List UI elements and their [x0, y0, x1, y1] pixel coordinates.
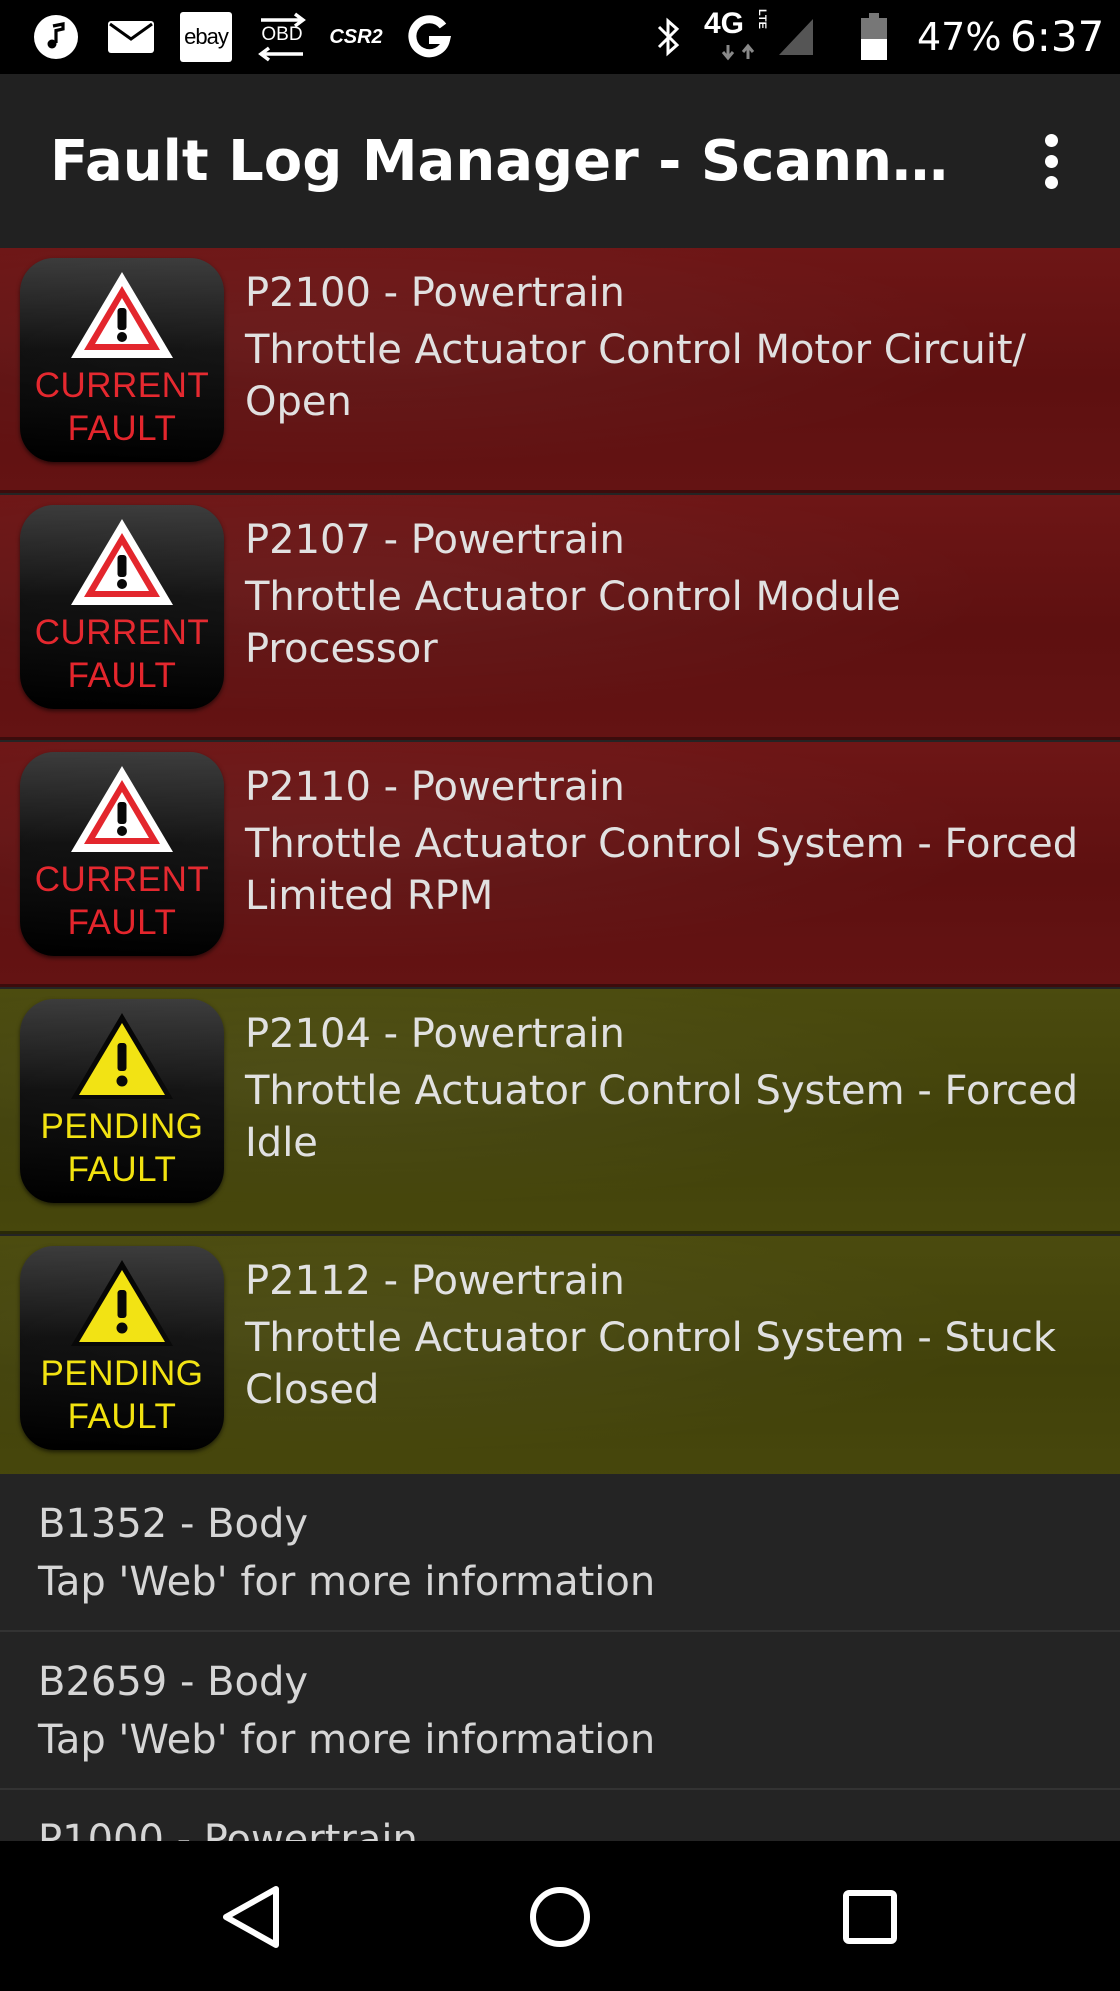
signal-strength-icon [776, 11, 816, 63]
fault-description: Throttle Actuator Control System - Force… [245, 821, 1079, 919]
page-title: Fault Log Manager - Scanning(… [50, 129, 950, 194]
badge-status-text: PENDING [40, 1354, 204, 1393]
battery-icon [858, 11, 890, 63]
status-bar: ebay OBD CSR2 4G LTE 47% 6:37 [0, 0, 1120, 74]
badge-status-text: PENDING [40, 1107, 204, 1146]
google-icon [404, 11, 454, 63]
fault-code: P2100 - Powertrain [245, 270, 625, 316]
fault-code: P2107 - Powertrain [245, 517, 625, 563]
fault-code: B2659 - Body [38, 1659, 309, 1705]
warning-triangle-icon [71, 272, 173, 358]
fault-code: P2112 - Powertrain [245, 1258, 625, 1304]
fault-list[interactable]: CURRENT FAULT P2100 - Powertrain Throttl… [0, 248, 1120, 1841]
fault-description: Tap 'Web' for more information [38, 1559, 656, 1605]
network-sub: LTE [756, 9, 768, 29]
ebay-app-icon: ebay [180, 11, 232, 63]
obd-app-icon: OBD [254, 11, 310, 63]
ebay-label: ebay [180, 12, 232, 62]
screen: ebay OBD CSR2 4G LTE 47% 6:37 Fault Log … [0, 0, 1120, 1991]
warning-triangle-icon [71, 766, 173, 852]
list-item[interactable]: B2659 - Body Tap 'Web' for more informat… [0, 1632, 1120, 1790]
warning-triangle-icon [71, 519, 173, 605]
network-4g-icon: 4G LTE [702, 7, 782, 63]
badge-fault-text: FAULT [67, 409, 177, 448]
music-note-icon [30, 11, 82, 63]
fault-row[interactable]: CURRENT FAULT P2107 - Powertrain Throttl… [0, 495, 1120, 740]
current-fault-badge: CURRENT FAULT [20, 505, 224, 709]
mail-icon [106, 11, 156, 63]
badge-fault-text: FAULT [67, 1397, 177, 1436]
badge-status-text: CURRENT [34, 613, 210, 652]
fault-description: Throttle Actuator Control System - Force… [245, 1068, 1079, 1166]
fault-code: B1352 - Body [38, 1501, 309, 1547]
navigation-bar [0, 1841, 1120, 1991]
fault-description: Throttle Actuator Control System - Stuck… [245, 1315, 1057, 1413]
badge-fault-text: FAULT [67, 903, 177, 942]
badge-fault-text: FAULT [67, 656, 177, 695]
pending-fault-badge: PENDING FAULT [20, 999, 224, 1203]
clock: 6:37 [1010, 12, 1105, 61]
fault-description: Throttle Actuator Control Module Process… [245, 574, 901, 672]
badge-fault-text: FAULT [67, 1150, 177, 1189]
back-icon[interactable] [210, 1877, 290, 1957]
current-fault-badge: CURRENT FAULT [20, 752, 224, 956]
csr2-app-icon: CSR2 [326, 11, 386, 63]
fault-row[interactable]: PENDING FAULT P2104 - Powertrain Throttl… [0, 989, 1120, 1234]
fault-code: P2110 - Powertrain [245, 764, 625, 810]
pending-fault-badge: PENDING FAULT [20, 1246, 224, 1450]
fault-row[interactable]: PENDING FAULT P2112 - Powertrain Throttl… [0, 1236, 1120, 1481]
bluetooth-icon [652, 11, 686, 63]
home-icon[interactable] [520, 1877, 600, 1957]
recents-icon[interactable] [830, 1877, 910, 1957]
fault-row[interactable]: CURRENT FAULT P2100 - Powertrain Throttl… [0, 248, 1120, 493]
overflow-menu-icon[interactable] [1030, 126, 1074, 196]
warning-triangle-icon [71, 1260, 173, 1346]
badge-status-text: CURRENT [34, 366, 210, 405]
fault-code: P1000 - Powertrain [38, 1817, 418, 1841]
list-item[interactable]: P1000 - Powertrain [0, 1790, 1120, 1841]
network-type: 4G [704, 7, 745, 40]
fault-row[interactable]: CURRENT FAULT P2110 - Powertrain Throttl… [0, 742, 1120, 987]
badge-status-text: CURRENT [34, 860, 210, 899]
app-bar: Fault Log Manager - Scanning(… [0, 74, 1120, 248]
current-fault-badge: CURRENT FAULT [20, 258, 224, 462]
csr2-label: CSR2 [329, 25, 383, 48]
battery-percent: 47% [917, 15, 1002, 59]
obd-label: OBD [261, 24, 303, 45]
fault-description: Throttle Actuator Control Motor Circuit/… [245, 327, 1026, 425]
warning-triangle-icon [71, 1013, 173, 1099]
list-item[interactable]: B1352 - Body Tap 'Web' for more informat… [0, 1474, 1120, 1632]
fault-description: Tap 'Web' for more information [38, 1717, 656, 1763]
fault-code: P2104 - Powertrain [245, 1011, 625, 1057]
